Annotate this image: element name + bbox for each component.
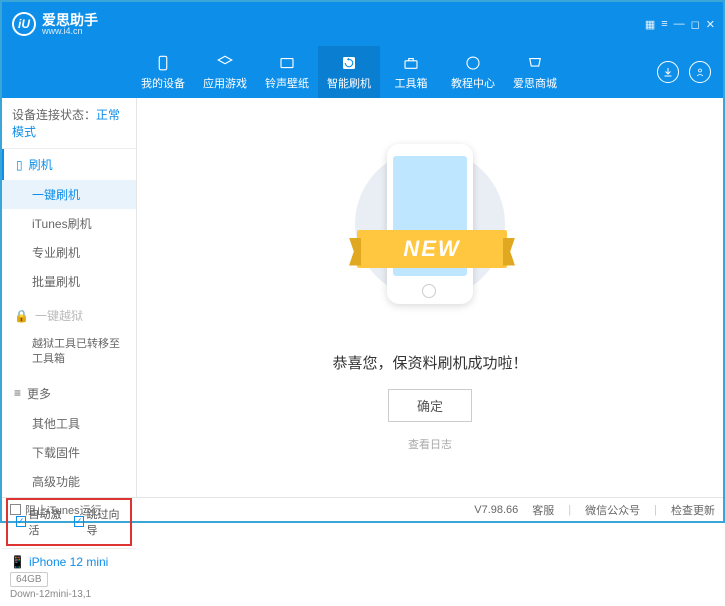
nav-flash[interactable]: 智能刷机 (318, 46, 380, 98)
apps-icon (216, 54, 234, 72)
connection-status: 设备连接状态：正常模式 (2, 98, 136, 149)
menu-icon: ≡ (14, 386, 21, 400)
device-info[interactable]: 📱iPhone 12 mini 64GB Down-12mini-13,1 (2, 548, 136, 606)
nav-label: 铃声壁纸 (265, 75, 309, 91)
version-text: V7.98.66 (474, 504, 518, 516)
section-jailbreak: 🔒 一键越狱 (2, 300, 136, 331)
logo-area: iU 爱思助手 www.i4.cn (2, 12, 108, 36)
nav-label: 我的设备 (141, 75, 185, 91)
section-more[interactable]: ≡ 更多 (2, 378, 136, 409)
cart-icon (526, 54, 544, 72)
sidebar-item-other[interactable]: 其他工具 (2, 409, 136, 438)
nav-apps[interactable]: 应用游戏 (194, 46, 256, 98)
jailbreak-note: 越狱工具已转移至工具箱 (2, 331, 136, 374)
phone-icon: ▯ (16, 158, 23, 172)
phone-illustration: NEW (365, 144, 495, 334)
main-content: NEW 恭喜您，保资料刷机成功啦！ 确定 查看日志 (137, 98, 723, 497)
view-log-link[interactable]: 查看日志 (408, 436, 452, 452)
sidebar-item-itunes[interactable]: iTunes刷机 (2, 209, 136, 238)
nav-toolbox[interactable]: 工具箱 (380, 46, 442, 98)
nav-tutorials[interactable]: 教程中心 (442, 46, 504, 98)
user-button[interactable] (689, 61, 711, 83)
success-message: 恭喜您，保资料刷机成功啦！ (332, 352, 527, 373)
nav-label: 智能刷机 (327, 75, 371, 91)
lock-icon: 🔒 (14, 309, 29, 323)
list-icon[interactable]: ≡ (661, 18, 667, 30)
refresh-icon (340, 54, 358, 72)
phone-icon (154, 54, 172, 72)
grid-icon[interactable]: ▦ (645, 18, 655, 31)
device-sub: Down-12mini-13,1 (10, 589, 128, 600)
download-button[interactable] (657, 61, 679, 83)
brand-name: 爱思助手 (42, 13, 98, 27)
nav-store[interactable]: 爱思商城 (504, 46, 566, 98)
toolbox-icon (402, 54, 420, 72)
sidebar-item-batch[interactable]: 批量刷机 (2, 267, 136, 296)
nav-my-device[interactable]: 我的设备 (132, 46, 194, 98)
sidebar-item-pro[interactable]: 专业刷机 (2, 238, 136, 267)
new-ribbon: NEW (357, 230, 507, 268)
nav-label: 教程中心 (451, 75, 495, 91)
storage-badge: 64GB (10, 572, 48, 587)
footer: 阻止iTunes运行 V7.98.66 客服 | 微信公众号 | 检查更新 (2, 497, 723, 521)
sidebar-item-advanced[interactable]: 高级功能 (2, 467, 136, 496)
book-icon (464, 54, 482, 72)
titlebar: iU 爱思助手 www.i4.cn ▦ ≡ — ◻ ✕ (2, 2, 723, 46)
wechat-link[interactable]: 微信公众号 (585, 502, 640, 518)
brand-url: www.i4.cn (42, 27, 98, 36)
sidebar: 设备连接状态：正常模式 ▯ 刷机 一键刷机 iTunes刷机 专业刷机 批量刷机… (2, 98, 137, 497)
nav-ringtones[interactable]: 铃声壁纸 (256, 46, 318, 98)
close-icon[interactable]: ✕ (706, 18, 715, 31)
nav-label: 工具箱 (395, 75, 428, 91)
support-link[interactable]: 客服 (532, 502, 554, 518)
sidebar-item-oneclick[interactable]: 一键刷机 (2, 180, 136, 209)
maximize-icon[interactable]: ◻ (691, 18, 700, 31)
phone-icon: 📱 (10, 555, 25, 569)
sidebar-item-download[interactable]: 下载固件 (2, 438, 136, 467)
nav-label: 应用游戏 (203, 75, 247, 91)
navbar: 我的设备 应用游戏 铃声壁纸 智能刷机 工具箱 教程中心 爱思商城 (2, 46, 723, 98)
ok-button[interactable]: 确定 (388, 389, 472, 422)
minimize-icon[interactable]: — (674, 18, 685, 30)
checkbox-stop-itunes[interactable]: 阻止iTunes运行 (10, 502, 102, 518)
section-flash[interactable]: ▯ 刷机 (2, 149, 136, 180)
nav-label: 爱思商城 (513, 75, 557, 91)
logo-icon: iU (12, 12, 36, 36)
update-link[interactable]: 检查更新 (671, 502, 715, 518)
folder-icon (278, 54, 296, 72)
